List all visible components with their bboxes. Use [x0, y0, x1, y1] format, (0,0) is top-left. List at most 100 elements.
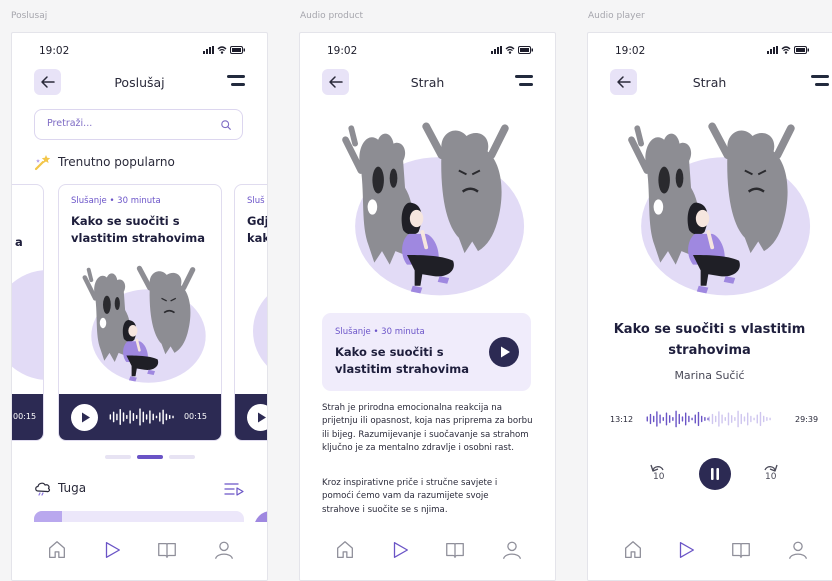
battery-icon — [794, 46, 809, 54]
signal-icon — [767, 46, 778, 54]
carousel-pagination — [105, 455, 195, 459]
card-title-fragment: a — [15, 235, 23, 249]
section-popular-title: Trenutno popularno — [58, 155, 175, 169]
cloud-icon — [35, 482, 51, 496]
user-icon[interactable] — [787, 539, 809, 561]
play-icon[interactable] — [675, 539, 697, 561]
frame-label-poslusaj: Poslusaj — [11, 11, 48, 21]
waveform-played[interactable] — [646, 404, 710, 434]
track-title: Kako se suočiti s vlastitim strahovima — [613, 322, 806, 358]
frame-label-audio-player: Audio player — [588, 11, 645, 21]
card-title: Kako se suočiti s vlastitim strahovima — [335, 345, 469, 376]
carousel-card-active[interactable]: Slušanje • 30 minuta Kako se suočiti s v… — [58, 184, 222, 441]
carousel-card-previous[interactable]: a 00:15 — [12, 184, 44, 441]
pause-icon — [711, 468, 719, 480]
play-icon — [82, 412, 90, 423]
card-illustration-blob — [253, 281, 267, 381]
card-title-fragment-2: kak — [247, 231, 268, 245]
pagination-dot[interactable] — [105, 455, 131, 459]
menu-button[interactable] — [811, 75, 829, 89]
system-icons — [767, 46, 809, 54]
tab-bar — [588, 522, 832, 580]
screen-poslusaj: 19:02 Poslušaj Trenutno popularno a 00:1… — [11, 32, 268, 581]
menu-button[interactable] — [227, 75, 245, 89]
header: Poslušaj — [12, 69, 267, 99]
header: Strah — [588, 69, 832, 99]
status-bar: 19:02 — [300, 45, 555, 59]
stars-icon — [34, 155, 51, 171]
fear-illustration — [616, 111, 816, 303]
card-time: 00:15 — [13, 412, 37, 421]
wifi-icon — [217, 46, 227, 54]
home-icon[interactable] — [46, 539, 68, 561]
status-time: 19:02 — [327, 45, 358, 57]
skip-forward-button[interactable]: 10 — [760, 461, 784, 487]
card-meta: Slušanje • 30 minuta — [71, 196, 161, 206]
card-title: Kako se suočiti s vlastitim strahovima — [71, 214, 205, 245]
frame-label-audio-product: Audio product — [300, 11, 364, 21]
search-field[interactable] — [34, 109, 243, 140]
playlist-icon[interactable] — [224, 482, 244, 496]
pagination-dot-active[interactable] — [137, 455, 163, 459]
play-button[interactable] — [489, 337, 519, 367]
card-play-button[interactable] — [71, 404, 98, 431]
status-bar: 19:02 — [588, 45, 832, 59]
wifi-icon — [505, 46, 515, 54]
book-icon[interactable] — [730, 539, 752, 561]
screen-audio-player: 19:02 Strah Kako se suočiti s vlastitim … — [587, 32, 832, 581]
elapsed-time: 13:12 — [610, 415, 634, 424]
status-bar: 19:02 — [12, 45, 267, 59]
audio-info-card: Slušanje • 30 minuta Kako se suočiti s v… — [322, 313, 531, 391]
card-player-bar: 00:15 — [59, 394, 221, 440]
pause-button[interactable] — [699, 458, 731, 490]
skip-back-button[interactable]: 10 — [648, 461, 672, 487]
pagination-dot[interactable] — [169, 455, 195, 459]
waveform-remaining[interactable] — [708, 404, 772, 434]
description-paragraph-2: Kroz inspirativne priče i stručne savjet… — [322, 478, 498, 515]
play-icon[interactable] — [101, 539, 123, 561]
section-popular: Trenutno popularno — [34, 153, 175, 171]
card-illustration-blob — [12, 270, 43, 380]
section-sad-title: Tuga — [58, 481, 87, 495]
home-icon[interactable] — [334, 539, 356, 561]
card-play-button[interactable] — [247, 404, 267, 431]
fear-illustration — [330, 111, 530, 303]
signal-icon — [203, 46, 214, 54]
skip-forward-label: 10 — [765, 472, 777, 482]
status-time: 19:02 — [615, 45, 646, 57]
section-sad: Tuga — [34, 480, 86, 496]
play-icon[interactable] — [389, 539, 411, 561]
total-time: 29:39 — [795, 415, 819, 424]
tab-bar — [300, 522, 555, 580]
system-icons — [203, 46, 245, 54]
skip-back-label: 10 — [653, 472, 665, 482]
system-icons — [491, 46, 533, 54]
waveform-icon — [109, 407, 175, 427]
signal-icon — [491, 46, 502, 54]
card-meta: Slušanje • 30 minuta — [335, 327, 425, 337]
play-icon — [501, 346, 510, 358]
home-icon[interactable] — [622, 539, 644, 561]
book-icon[interactable] — [156, 539, 178, 561]
play-icon — [258, 412, 266, 423]
header: Strah — [300, 69, 555, 99]
description-paragraph-1: Strah je prirodna emocionalna reakcija n… — [322, 403, 533, 454]
carousel-card-next[interactable]: Sluš Gdj kak — [234, 184, 268, 441]
search-icon[interactable] — [221, 120, 231, 130]
tab-bar — [12, 522, 267, 580]
user-icon[interactable] — [501, 539, 523, 561]
page-title: Strah — [692, 75, 727, 90]
track-author: Marina Sučić — [674, 369, 745, 382]
battery-icon — [518, 46, 533, 54]
wifi-icon — [781, 46, 791, 54]
book-icon[interactable] — [444, 539, 466, 561]
screen-audio-product: 19:02 Strah Slušanje • 30 minuta Kako se… — [299, 32, 556, 581]
menu-button[interactable] — [515, 75, 533, 89]
search-input[interactable] — [47, 118, 207, 129]
fear-illustration — [77, 257, 207, 389]
status-time: 19:02 — [39, 45, 70, 57]
user-icon[interactable] — [213, 539, 235, 561]
card-title-fragment-1: Gdj — [247, 214, 268, 228]
card-meta-fragment: Sluš — [247, 196, 265, 206]
battery-icon — [230, 46, 245, 54]
